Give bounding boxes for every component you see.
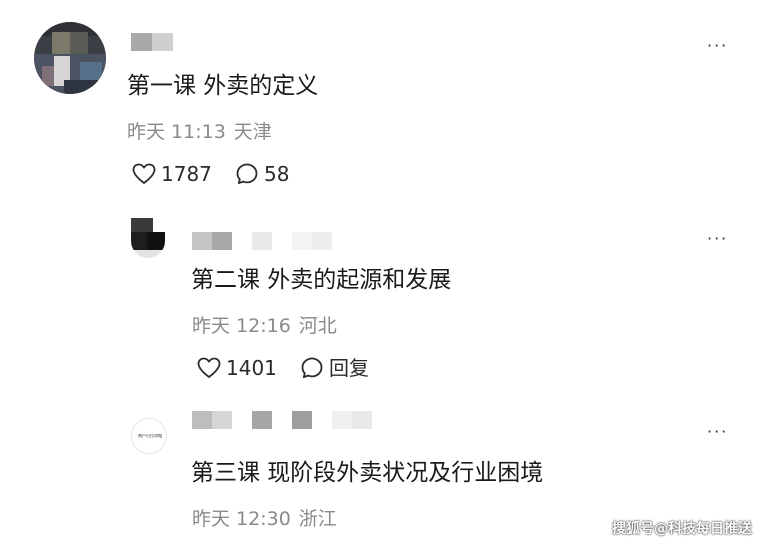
- comment-time: 昨天 11:13: [127, 121, 226, 143]
- like-button[interactable]: 1401: [197, 356, 277, 380]
- reply-count: 58: [264, 162, 290, 186]
- comment-bubble-icon: [301, 357, 323, 379]
- more-options-icon[interactable]: ···: [707, 231, 728, 247]
- avatar-text: 南户召拉哥帽: [138, 434, 162, 438]
- watermark: 搜狐号@科技每日推送: [612, 521, 752, 537]
- username-blurred[interactable]: [192, 411, 372, 429]
- like-count: 1787: [161, 162, 212, 186]
- username-blurred[interactable]: [192, 232, 332, 250]
- like-count: 1401: [226, 356, 277, 380]
- comment-meta: 昨天 12:30 浙江: [192, 507, 345, 531]
- avatar[interactable]: 南户召拉哥帽: [131, 418, 167, 454]
- comment-meta: 昨天 12:16 河北: [192, 314, 345, 338]
- comment-location: 浙江: [298, 508, 337, 530]
- heart-icon: [132, 163, 156, 184]
- comment-text: 第三课 现阶段外卖状况及行业困境: [191, 460, 544, 486]
- reply-button[interactable]: 58: [235, 162, 289, 186]
- reply-button[interactable]: 回复: [300, 356, 369, 380]
- comment-meta: 昨天 11:13 天津: [127, 120, 280, 144]
- reply-label: 回复: [329, 356, 369, 380]
- like-button[interactable]: 1787: [132, 162, 212, 186]
- avatar[interactable]: [34, 22, 106, 94]
- more-options-icon[interactable]: ···: [707, 424, 728, 440]
- comment-time: 昨天 12:16: [192, 315, 291, 337]
- heart-icon: [197, 357, 221, 378]
- comment-location: 河北: [298, 315, 337, 337]
- avatar[interactable]: [131, 218, 165, 258]
- more-options-icon[interactable]: ···: [707, 38, 728, 54]
- comment-text: 第一课 外卖的定义: [127, 73, 319, 99]
- comment-text: 第二课 外卖的起源和发展: [191, 267, 452, 293]
- comment-bubble-icon: [236, 163, 258, 185]
- username-blurred[interactable]: [131, 33, 173, 51]
- comment-location: 天津: [233, 121, 272, 143]
- comment-time: 昨天 12:30: [192, 508, 291, 530]
